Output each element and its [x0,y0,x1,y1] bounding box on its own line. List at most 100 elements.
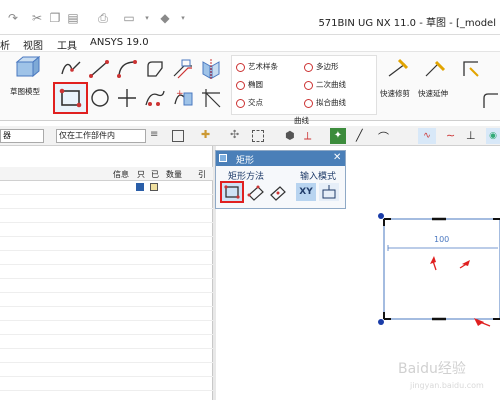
col-reference[interactable]: 引 [198,169,206,180]
scope-value: 仅在工作部件内 [59,131,115,140]
fillet-icon[interactable] [144,58,166,80]
dimension-label[interactable]: 100 [434,235,449,244]
table-row[interactable] [0,237,213,251]
tangent-snap-icon[interactable]: ⊥ [466,129,476,142]
art-spline-button[interactable]: 艺术样条 [236,61,278,72]
table-row[interactable] [0,349,213,363]
table-row[interactable] [0,279,213,293]
table-row[interactable] [0,181,213,195]
fit-curve-icon [304,98,313,108]
table-row[interactable] [0,209,213,223]
touch-mode-icon[interactable]: ◆ [158,11,172,25]
table-row[interactable] [0,335,213,349]
solid-icon[interactable]: ⬢ [285,129,295,142]
part-navigator: 信息 只 已 数量 引 [0,146,213,400]
scope-dropdown[interactable]: 仅在工作部件内 [56,129,146,143]
table-row[interactable] [0,363,213,377]
selection-bar: 器 仅在工作部件内 ≡ ✚ ✣ ⬢ ⟂ ✦ ╱ ⌒ ∿ ∼ ⊥ ◉ [0,126,500,146]
mirror-curve-icon[interactable] [200,58,222,80]
paste-icon[interactable]: ▤ [66,11,80,25]
polygon-button[interactable]: 多边形 [304,61,339,72]
derived-curve-icon[interactable] [144,87,166,109]
parameter-input-button[interactable] [319,183,339,201]
profile-icon[interactable] [60,58,82,80]
make-corner-icon[interactable] [460,58,482,80]
dialog-title: 矩形 [236,156,255,166]
menu-item-tools[interactable]: 工具 [57,37,77,52]
redo-icon[interactable]: ↷ [6,11,20,25]
type-filter-value: 器 [3,131,11,140]
arc-icon[interactable] [116,58,138,80]
menu-item-ansys[interactable]: ANSYS 19.0 [90,37,149,48]
copy-icon[interactable]: ❐ [48,11,62,25]
snap-point-icon[interactable]: ✦ [330,128,346,144]
col-modified[interactable]: 已 [151,169,159,180]
window-icon[interactable]: ▭ [122,11,136,25]
table-row[interactable] [0,195,213,209]
center-snap-icon[interactable]: ◉ [486,128,500,144]
chevron-down-icon[interactable]: ▾ [176,11,190,25]
curve-group-label: 曲线 [294,116,309,125]
add-existing-curve-icon[interactable]: + [172,87,194,109]
sketch-feature-icon[interactable] [14,55,41,80]
table-row[interactable] [0,265,213,279]
table-row[interactable] [0,377,213,391]
table-row[interactable] [0,293,213,307]
save-icon [136,183,144,191]
table-row[interactable] [0,223,213,237]
point-snap-icon[interactable]: ✣ [230,128,239,141]
center-rect-icon [270,186,286,201]
menu-item-view[interactable]: 视图 [23,37,43,52]
rectangle-tool-button[interactable] [53,82,88,114]
select-tool-icon[interactable]: ✚ [201,128,210,141]
spline-snap-icon[interactable]: ∿ [418,128,436,144]
three-point-rect-icon [247,185,264,201]
center-method-button[interactable] [268,183,288,201]
offset-curve-icon[interactable] [172,58,194,80]
col-quantity[interactable]: 数量 [166,169,182,180]
chevron-down-icon[interactable]: ▾ [140,11,154,25]
intersection-label: 交点 [248,98,263,107]
intersection-point-button[interactable]: 交点 [236,97,263,108]
arc-snap-icon[interactable]: ⌒ [378,129,389,145]
line-snap-icon[interactable]: ╱ [356,129,363,142]
ellipse-label: 椭圆 [248,80,263,89]
point-icon[interactable] [116,87,138,109]
menu-icon[interactable]: ≡ [150,129,162,143]
fit-curve-label: 拟合曲线 [316,98,346,107]
fit-curve-button[interactable]: 拟合曲线 [304,97,346,108]
curve-snap-icon[interactable]: ∼ [446,129,455,142]
two-point-method-button[interactable] [220,181,244,203]
project-curve-icon[interactable] [200,87,222,109]
table-row[interactable] [0,251,213,265]
snap-icon[interactable] [172,130,184,142]
line-icon[interactable] [88,58,110,80]
ellipse-button[interactable]: 椭圆 [236,79,263,90]
svg-text:jingyan.baidu.com: jingyan.baidu.com [409,381,484,390]
corner-curve-icon[interactable] [480,90,500,112]
close-icon[interactable]: ✕ [333,152,341,163]
table-row[interactable] [0,321,213,335]
conic-button[interactable]: 二次曲线 [304,79,346,90]
col-info[interactable]: 信息 [113,169,129,180]
col-readonly[interactable]: 只 [137,169,145,180]
window-select-icon[interactable] [252,130,264,142]
dialog-title-bar[interactable]: 矩形 ✕ [216,151,345,166]
constraint-icon[interactable]: ⟂ [304,129,311,143]
quick-trim-icon[interactable] [387,58,409,80]
quick-extend-icon[interactable] [424,58,446,80]
xy-input-button[interactable]: XY [296,183,316,201]
menu-bar: 析 视图 工具 ANSYS 19.0 [0,35,500,52]
svg-text:+: + [176,89,184,99]
sketch-feature-label: 草图模型 [10,87,40,96]
three-point-method-button[interactable] [246,183,266,201]
menu-item-analysis[interactable]: 析 [0,37,10,52]
cut-icon[interactable]: ✂ [30,11,44,25]
circle-icon[interactable] [89,87,111,109]
two-point-rect-icon [224,185,240,199]
print-icon[interactable]: ⎙ [96,11,110,25]
navigator-header: 信息 只 已 数量 引 [0,167,213,181]
settings-icon[interactable] [219,154,227,162]
table-row[interactable] [0,307,213,321]
type-filter-dropdown[interactable]: 器 [0,129,44,143]
